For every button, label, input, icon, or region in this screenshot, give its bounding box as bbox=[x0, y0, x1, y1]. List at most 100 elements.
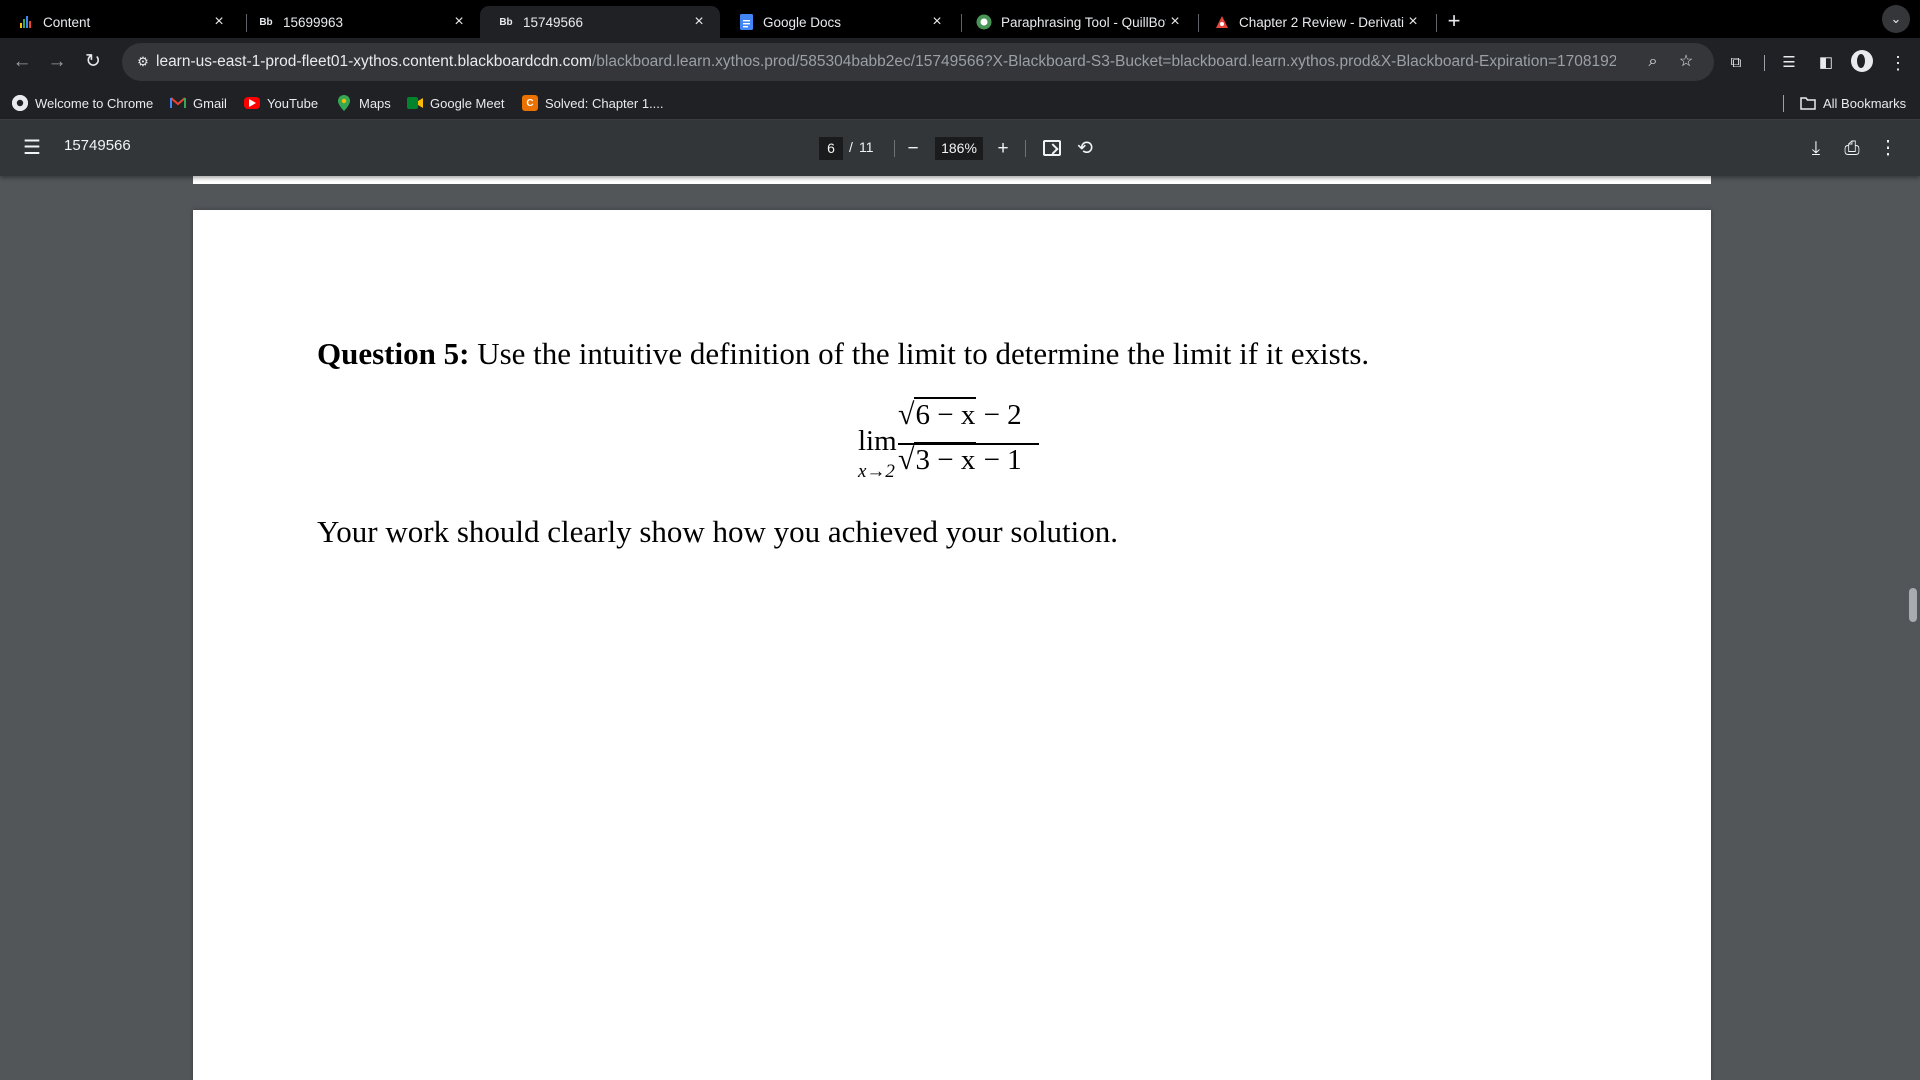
tab-title: Google Docs bbox=[763, 14, 842, 30]
tab-strip: Content × Bb 15699963 × Bb 15749566 × Go… bbox=[0, 0, 1920, 38]
arrow-left-icon: ← bbox=[12, 51, 32, 72]
tab-divider bbox=[1436, 14, 1437, 32]
side-panel-icon[interactable]: ◧ bbox=[1813, 50, 1839, 76]
toolbar-divider bbox=[894, 140, 895, 157]
reading-list-icon[interactable]: ☰ bbox=[1776, 50, 1802, 76]
docs-icon bbox=[738, 14, 754, 30]
close-icon[interactable]: × bbox=[210, 13, 228, 31]
new-tab-button[interactable]: + bbox=[1440, 8, 1468, 36]
bookmark-label: Gmail bbox=[193, 95, 227, 111]
browser-toolbar: ← → ↻ ⚙ learn-us-east-1-prod-fleet01-xyt… bbox=[0, 38, 1920, 86]
pdf-title: 15749566 bbox=[64, 137, 131, 154]
tab-title: 15749566 bbox=[523, 14, 584, 30]
blackboard-icon: Bb bbox=[499, 16, 513, 28]
bookmarks-divider bbox=[1783, 95, 1784, 112]
sqrt-icon: √ bbox=[898, 443, 915, 476]
limit-subscript: x→2 bbox=[858, 461, 895, 482]
rotate-icon[interactable]: ⟲ bbox=[1072, 136, 1098, 162]
bar-chart-icon bbox=[18, 14, 34, 30]
url-path: /blackboard.learn.xythos.prod/585304babb… bbox=[591, 53, 1616, 70]
close-icon[interactable]: × bbox=[690, 13, 708, 31]
quillbot-icon bbox=[976, 14, 992, 30]
back-button[interactable]: ← bbox=[8, 48, 36, 76]
close-icon[interactable]: × bbox=[450, 13, 468, 31]
toolbar-divider bbox=[1025, 140, 1026, 157]
tab-title: Content bbox=[43, 14, 91, 30]
youtube-icon bbox=[244, 97, 260, 109]
numerator-rest: − 2 bbox=[976, 399, 1022, 431]
folder-icon bbox=[1800, 95, 1816, 111]
tab-title: Paraphrasing Tool - QuillBot A bbox=[1001, 14, 1166, 30]
forward-button[interactable]: → bbox=[43, 48, 71, 76]
bookmark-google-meet[interactable]: Google Meet bbox=[407, 92, 504, 114]
meet-icon bbox=[407, 95, 423, 111]
url-text[interactable]: learn-us-east-1-prod-fleet01-xythos.cont… bbox=[156, 43, 1616, 81]
bookmark-maps[interactable]: Maps bbox=[336, 92, 391, 114]
tab-quillbot[interactable]: Paraphrasing Tool - QuillBot A × bbox=[958, 6, 1196, 38]
download-icon[interactable]: ⤓ bbox=[1803, 136, 1829, 162]
tab-15699963[interactable]: Bb 15699963 × bbox=[240, 6, 480, 38]
pdf-viewer[interactable]: Question 5: Use the intuitive definition… bbox=[0, 176, 1920, 1080]
reload-button[interactable]: ↻ bbox=[79, 48, 107, 76]
bookmark-label: Solved: Chapter 1.... bbox=[545, 95, 664, 111]
more-options-icon[interactable]: ⋮ bbox=[1875, 136, 1901, 162]
page-number-input[interactable]: 6 bbox=[819, 137, 843, 160]
bookmark-gmail[interactable]: Gmail bbox=[170, 92, 227, 114]
tab-search-button[interactable]: ⌄ bbox=[1882, 5, 1910, 33]
zoom-out-button[interactable]: − bbox=[900, 136, 926, 162]
star-icon[interactable]: ☆ bbox=[1673, 49, 1699, 75]
bookmark-label: Maps bbox=[359, 95, 391, 111]
tab-icon bbox=[1214, 14, 1230, 30]
reload-icon: ↻ bbox=[85, 51, 101, 72]
fit-page-icon[interactable] bbox=[1043, 140, 1061, 156]
denominator-radicand: 3 − x bbox=[914, 442, 977, 476]
extensions-icon[interactable]: ⧉ bbox=[1723, 50, 1749, 76]
all-bookmarks-button[interactable]: All Bookmarks bbox=[1800, 92, 1906, 114]
fraction-numerator: √6 − x − 2 bbox=[898, 397, 1022, 432]
menu-dots-icon[interactable]: ⋮ bbox=[1885, 50, 1911, 76]
close-icon[interactable]: × bbox=[928, 13, 946, 31]
tab-title: Chapter 2 Review - Derivative bbox=[1239, 14, 1404, 30]
denominator-rest: − 1 bbox=[976, 444, 1022, 476]
close-icon[interactable]: × bbox=[1404, 13, 1422, 31]
chegg-icon: C bbox=[522, 95, 538, 111]
question-label: Question 5: bbox=[317, 336, 470, 371]
numerator-radicand: 6 − x bbox=[914, 397, 977, 431]
bookmark-label: Google Meet bbox=[430, 95, 505, 111]
bookmark-label: YouTube bbox=[267, 95, 319, 111]
bookmark-label: All Bookmarks bbox=[1823, 95, 1907, 111]
pdf-toolbar: ☰ 15749566 6 / 11 − 186% + ⟲ ⤓ ⎙ ⋮ bbox=[0, 120, 1920, 176]
question-body: Use the intuitive definition of the limi… bbox=[469, 336, 1370, 371]
bookmark-youtube[interactable]: YouTube bbox=[244, 92, 318, 114]
zoom-in-button[interactable]: + bbox=[990, 136, 1016, 162]
tab-google-docs[interactable]: Google Docs × bbox=[720, 6, 958, 38]
profile-avatar[interactable] bbox=[1851, 50, 1873, 72]
zoom-level-input[interactable]: 186% bbox=[935, 137, 983, 160]
scrollbar-thumb[interactable] bbox=[1909, 588, 1917, 622]
url-host: learn-us-east-1-prod-fleet01-xythos.cont… bbox=[156, 53, 592, 70]
close-icon[interactable]: × bbox=[1166, 13, 1184, 31]
bookmark-welcome-to-chrome[interactable]: Welcome to Chrome bbox=[12, 92, 153, 114]
gmail-icon bbox=[170, 95, 186, 111]
plus-icon: + bbox=[997, 138, 1009, 159]
tab-content[interactable]: Content × bbox=[0, 6, 240, 38]
sqrt-icon: √ bbox=[898, 398, 915, 431]
bookmarks-bar: Welcome to Chrome Gmail YouTube Maps Goo… bbox=[0, 86, 1920, 120]
chrome-icon bbox=[12, 95, 28, 111]
print-icon[interactable]: ⎙ bbox=[1839, 136, 1865, 162]
page-separator: / bbox=[849, 139, 853, 155]
chevron-down-icon: ⌄ bbox=[1890, 11, 1902, 26]
bookmark-solved-chapter-1[interactable]: C Solved: Chapter 1.... bbox=[522, 92, 664, 114]
address-bar[interactable]: ⚙ learn-us-east-1-prod-fleet01-xythos.co… bbox=[122, 43, 1714, 81]
tab-chapter-2-review[interactable]: Chapter 2 Review - Derivative × bbox=[1196, 6, 1434, 38]
pdf-page: Question 5: Use the intuitive definition… bbox=[193, 210, 1711, 1080]
zoom-icon[interactable]: ⌕ bbox=[1640, 49, 1666, 75]
arrow-right-icon: → bbox=[47, 51, 67, 72]
sidebar-menu-icon[interactable]: ☰ bbox=[20, 136, 44, 160]
limit-expression: lim x→2 √6 − x − 2 √3 − x − 1 bbox=[858, 397, 1058, 488]
tab-15749566-active[interactable]: Bb 15749566 × bbox=[480, 6, 720, 38]
previous-page-edge bbox=[193, 176, 1711, 184]
site-info-icon[interactable]: ⚙ bbox=[130, 49, 156, 75]
toolbar-divider bbox=[1764, 55, 1765, 71]
tab-title: 15699963 bbox=[283, 14, 344, 30]
